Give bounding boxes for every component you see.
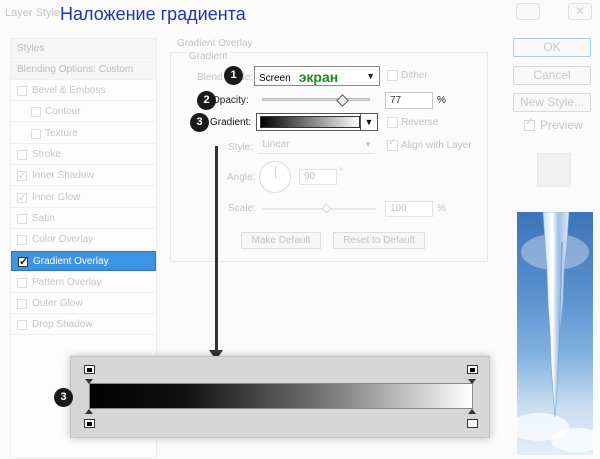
style-value: Linear — [262, 139, 290, 150]
color-stop-right[interactable] — [467, 409, 478, 428]
angle-unit: ° — [339, 167, 343, 178]
step-marker-2: 2 — [197, 91, 216, 110]
style-item-checkbox[interactable] — [17, 213, 27, 224]
align-with-layer-label: Align with Layer — [401, 140, 472, 151]
blend-mode-select[interactable]: Screen экран ▼ — [254, 66, 380, 86]
chevron-down-icon: ▼ — [364, 140, 372, 149]
cancel-button[interactable]: Cancel — [513, 66, 591, 85]
scale-slider[interactable] — [262, 208, 376, 210]
align-with-layer-checkbox[interactable] — [387, 137, 398, 151]
step-marker-3: 3 — [190, 113, 209, 132]
style-item-label: Stroke — [32, 148, 61, 160]
gradient-swatch[interactable] — [260, 116, 360, 128]
blend-mode-value: Screen — [259, 73, 291, 84]
reverse-label: Reverse — [401, 117, 439, 128]
style-item-checkbox[interactable] — [31, 128, 41, 139]
style-item[interactable]: Inner Shadow — [11, 166, 156, 187]
new-style-button[interactable]: New Style... — [513, 93, 591, 112]
style-item[interactable]: Texture — [11, 124, 156, 144]
section-title: Gradient Overlay — [177, 38, 253, 49]
style-item-label: Drop Shadow — [32, 319, 93, 331]
overlay-title: Наложение градиента — [60, 4, 246, 24]
opacity-input[interactable]: 77 — [385, 92, 433, 109]
style-item[interactable]: Gradient Overlay — [11, 251, 156, 272]
style-label: Style: — [228, 142, 254, 153]
style-item-label: Outer Glow — [32, 298, 83, 309]
opacity-label: Opacity: — [212, 95, 249, 106]
style-item[interactable]: Pattern Overlay — [11, 273, 156, 293]
scale-input[interactable]: 100 — [385, 201, 433, 217]
style-item-label: Satin — [32, 212, 55, 224]
gradient-editor-bar[interactable] — [89, 383, 473, 409]
style-item-checkbox[interactable] — [17, 320, 27, 331]
styles-header[interactable]: Styles — [11, 39, 156, 59]
step-marker-1: 1 — [224, 66, 243, 85]
dither-label: Dither — [401, 70, 428, 81]
style-item-checkbox[interactable] — [17, 167, 27, 187]
style-item[interactable]: Color Overlay — [11, 230, 156, 251]
style-item-checkbox[interactable] — [17, 189, 27, 209]
style-item-label: Color Overlay — [32, 234, 94, 246]
angle-label: Angle: — [227, 172, 256, 183]
style-item-label: Inner Glow — [32, 191, 81, 203]
reset-to-default-button[interactable]: Reset to Default — [333, 232, 425, 249]
preview-checkbox[interactable] — [524, 117, 535, 131]
preview-label: Preview — [540, 118, 583, 132]
chevron-down-icon: ▼ — [366, 71, 375, 81]
scale-unit: % — [437, 203, 446, 214]
style-item[interactable]: Satin — [11, 209, 156, 229]
blend-mode-overlay-label: экран — [298, 69, 339, 85]
style-item-label: Contour — [45, 106, 81, 118]
ok-button[interactable]: OK — [513, 38, 591, 57]
style-item[interactable]: Stroke — [11, 145, 156, 165]
style-item-checkbox[interactable] — [31, 107, 41, 118]
step-marker-3-editor: 3 — [54, 388, 73, 407]
style-item-label: Texture — [45, 127, 78, 139]
make-default-button[interactable]: Make Default — [241, 232, 321, 249]
style-item-checkbox[interactable] — [17, 149, 27, 160]
style-item-label: Pattern Overlay — [32, 276, 102, 288]
dock-button[interactable] — [516, 3, 540, 20]
reverse-checkbox[interactable] — [387, 117, 398, 128]
style-item[interactable]: Outer Glow — [11, 294, 156, 314]
scale-label: Scale: — [228, 203, 256, 214]
angle-dial[interactable] — [259, 161, 291, 193]
style-item[interactable]: Bevel & Emboss — [11, 81, 156, 101]
color-stop-left[interactable] — [84, 409, 95, 428]
icicle-image — [517, 212, 593, 455]
opacity-slider[interactable] — [262, 98, 370, 101]
opacity-stop-right[interactable] — [467, 365, 478, 384]
chevron-down-icon[interactable]: ▼ — [360, 114, 377, 130]
style-item[interactable]: Contour — [11, 102, 156, 123]
dither-checkbox[interactable] — [387, 70, 398, 81]
opacity-unit: % — [437, 95, 446, 106]
style-item-checkbox[interactable] — [18, 252, 28, 272]
gradient-label: Gradient: — [210, 117, 252, 128]
close-icon[interactable]: ✕ — [568, 3, 592, 20]
style-item-checkbox[interactable] — [17, 86, 27, 96]
angle-input[interactable]: 90 — [299, 169, 337, 185]
style-item-label: Gradient Overlay — [33, 256, 109, 268]
preview-swatch — [537, 153, 571, 187]
style-item[interactable]: Drop Shadow — [11, 315, 156, 336]
style-item-checkbox[interactable] — [17, 235, 27, 246]
connector-arrow-line — [215, 146, 218, 356]
style-item-label: Bevel & Emboss — [32, 85, 106, 96]
style-item-label: Inner Shadow — [32, 170, 94, 182]
opacity-stop-left[interactable] — [84, 365, 95, 384]
style-select[interactable]: Linear ▼ — [258, 136, 375, 154]
blending-options[interactable]: Blending Options: Custom — [11, 60, 156, 80]
style-item[interactable]: Inner Glow — [11, 188, 156, 209]
style-item-checkbox[interactable] — [17, 299, 27, 309]
group-title: Gradient — [186, 51, 231, 62]
window-title: Layer Style — [5, 7, 61, 19]
style-item-checkbox[interactable] — [17, 277, 27, 288]
